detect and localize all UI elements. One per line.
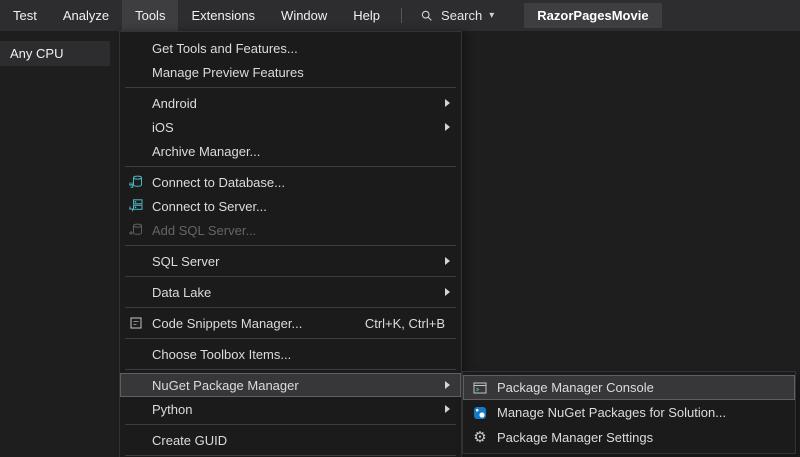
project-selector[interactable]: RazorPagesMovie xyxy=(524,3,661,28)
menu-item-add-sql-server[interactable]: Add SQL Server... xyxy=(120,218,461,242)
menu-item-label: Code Snippets Manager... xyxy=(152,316,365,331)
menu-item-create-guid[interactable]: Create GUID xyxy=(120,428,461,452)
search-box[interactable]: Search ▾ xyxy=(412,8,502,23)
menu-item-label: Manage Preview Features xyxy=(152,65,461,80)
menu-separator xyxy=(125,245,456,246)
submenu-arrow-icon xyxy=(445,257,450,265)
submenu-arrow-icon xyxy=(445,405,450,413)
menu-item-manage-preview-features[interactable]: Manage Preview Features xyxy=(120,60,461,84)
search-icon xyxy=(420,9,434,23)
menu-item-label: SQL Server xyxy=(152,254,445,269)
menu-item-label: Choose Toolbox Items... xyxy=(152,347,461,362)
menu-item-get-tools-and-features[interactable]: Get Tools and Features... xyxy=(120,36,461,60)
menu-item-android[interactable]: Android xyxy=(120,91,461,115)
menubar-item-test[interactable]: Test xyxy=(0,0,50,31)
menu-item-label: NuGet Package Manager xyxy=(152,378,445,393)
menu-item-archive-manager[interactable]: Archive Manager... xyxy=(120,139,461,163)
menu-item-connect-to-database[interactable]: Connect to Database... xyxy=(120,170,461,194)
submenu-item-package-manager-console[interactable]: Package Manager Console xyxy=(463,375,795,400)
menu-item-label: Connect to Database... xyxy=(152,175,461,190)
menu-item-data-lake[interactable]: Data Lake xyxy=(120,280,461,304)
menu-item-label: Create GUID xyxy=(152,433,461,448)
menu-separator xyxy=(125,87,456,88)
menu-item-nuget-package-manager[interactable]: NuGet Package Manager xyxy=(120,373,461,397)
gear-icon: ⚙ xyxy=(463,430,497,445)
menu-separator xyxy=(125,307,456,308)
submenu-arrow-icon xyxy=(445,288,450,296)
submenu-arrow-icon xyxy=(445,99,450,107)
menu-item-shortcut: Ctrl+K, Ctrl+B xyxy=(365,316,445,331)
database-connect-icon xyxy=(120,174,152,190)
menu-item-label: Android xyxy=(152,96,445,111)
server-connect-icon xyxy=(120,198,152,214)
menu-item-code-snippets-manager[interactable]: Code Snippets Manager... Ctrl+K, Ctrl+B xyxy=(120,311,461,335)
submenu-item-package-manager-settings[interactable]: ⚙ Package Manager Settings xyxy=(463,425,795,450)
code-snippets-icon xyxy=(120,315,152,331)
menu-separator xyxy=(125,276,456,277)
menu-item-label: Connect to Server... xyxy=(152,199,461,214)
menu-item-label: Manage NuGet Packages for Solution... xyxy=(497,405,795,420)
menubar-item-window[interactable]: Window xyxy=(268,0,340,31)
nuget-package-manager-submenu: Package Manager Console Manage NuGet Pac… xyxy=(462,371,796,454)
console-icon xyxy=(463,380,497,396)
menubar-item-tools[interactable]: Tools xyxy=(122,0,178,31)
search-label: Search xyxy=(441,8,482,23)
menubar-item-help[interactable]: Help xyxy=(340,0,393,31)
menu-separator xyxy=(125,338,456,339)
menu-item-sql-server[interactable]: SQL Server xyxy=(120,249,461,273)
menu-item-connect-to-server[interactable]: Connect to Server... xyxy=(120,194,461,218)
submenu-arrow-icon xyxy=(445,123,450,131)
menu-separator xyxy=(125,424,456,425)
menu-item-choose-toolbox-items[interactable]: Choose Toolbox Items... xyxy=(120,342,461,366)
platform-selector[interactable]: Any CPU xyxy=(0,41,110,66)
menu-bar: Test Analyze Tools Extensions Window Hel… xyxy=(0,0,800,31)
menu-item-label: Get Tools and Features... xyxy=(152,41,461,56)
menu-item-label: Archive Manager... xyxy=(152,144,461,159)
tools-menu: Get Tools and Features... Manage Preview… xyxy=(119,31,462,457)
menu-item-label: Package Manager Console xyxy=(497,380,795,395)
submenu-arrow-icon xyxy=(445,381,450,389)
menubar-divider xyxy=(401,8,402,23)
menu-separator xyxy=(125,455,456,456)
menu-separator xyxy=(125,369,456,370)
menubar-item-extensions[interactable]: Extensions xyxy=(178,0,268,31)
sql-server-add-icon xyxy=(120,222,152,238)
menu-item-ios[interactable]: iOS xyxy=(120,115,461,139)
vs-window: Test Analyze Tools Extensions Window Hel… xyxy=(0,0,800,457)
submenu-item-manage-nuget-packages[interactable]: Manage NuGet Packages for Solution... xyxy=(463,400,795,425)
menu-item-label: Add SQL Server... xyxy=(152,223,461,238)
menu-item-label: iOS xyxy=(152,120,445,135)
menu-separator xyxy=(125,166,456,167)
menubar-item-analyze[interactable]: Analyze xyxy=(50,0,122,31)
nuget-icon xyxy=(463,405,497,421)
menu-item-label: Python xyxy=(152,402,445,417)
caret-down-icon: ▾ xyxy=(489,11,494,21)
menu-item-python[interactable]: Python xyxy=(120,397,461,421)
menu-item-label: Package Manager Settings xyxy=(497,430,795,445)
menu-item-label: Data Lake xyxy=(152,285,445,300)
